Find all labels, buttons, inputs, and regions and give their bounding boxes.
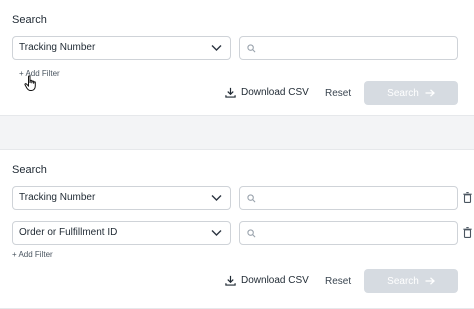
arrow-right-icon [425, 277, 435, 285]
chevron-down-icon [211, 45, 222, 51]
search-icon [247, 44, 256, 53]
search-icon [247, 229, 256, 238]
download-icon [225, 275, 236, 286]
filter-field-label: Order or Fulfillment ID [19, 227, 118, 238]
add-filter-link[interactable]: + Add Filter [12, 250, 53, 259]
search-panel-bottom: Search Tracking Number Order or Fulfillm… [0, 149, 474, 309]
download-csv-button[interactable]: Download CSV [225, 275, 309, 286]
search-button[interactable]: Search [364, 81, 458, 105]
chevron-down-icon [211, 230, 222, 236]
search-button-label: Search [387, 275, 419, 287]
filter-field-select[interactable]: Tracking Number [12, 36, 231, 60]
download-csv-label: Download CSV [241, 275, 309, 286]
download-icon [225, 87, 236, 98]
panel-title: Search [12, 164, 47, 176]
chevron-down-icon [211, 195, 222, 201]
filter-field-select[interactable]: Order or Fulfillment ID [12, 221, 231, 245]
panel-title: Search [12, 14, 47, 26]
filter-field-label: Tracking Number [19, 192, 96, 203]
trash-icon[interactable] [463, 227, 472, 238]
search-input[interactable] [239, 36, 458, 60]
arrow-right-icon [425, 89, 435, 97]
trash-icon[interactable] [463, 192, 472, 203]
hand-cursor-icon [24, 75, 36, 91]
download-csv-label: Download CSV [241, 87, 309, 98]
filter-field-select[interactable]: Tracking Number [12, 186, 231, 210]
filter-field-label: Tracking Number [19, 42, 96, 53]
search-panel-top: Search Tracking Number + Add Filter Down… [0, 0, 474, 116]
search-input[interactable] [239, 221, 458, 245]
reset-button[interactable]: Reset [325, 88, 351, 99]
search-input[interactable] [239, 186, 458, 210]
reset-button[interactable]: Reset [325, 276, 351, 287]
search-icon [247, 194, 256, 203]
download-csv-button[interactable]: Download CSV [225, 87, 309, 98]
search-button-label: Search [387, 87, 419, 99]
search-button[interactable]: Search [364, 269, 458, 293]
